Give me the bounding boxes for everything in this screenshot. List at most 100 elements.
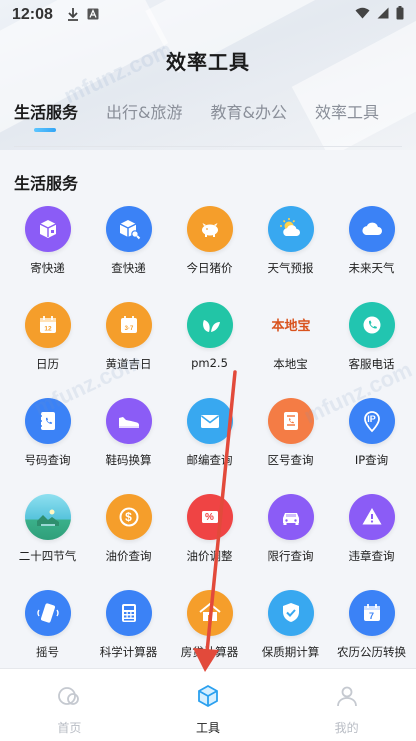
pig-icon — [186, 206, 233, 252]
home-circles-icon — [56, 683, 82, 713]
seven-glyph: 7 — [368, 610, 374, 621]
tool-label: 区号查询 — [267, 453, 314, 467]
tool-label: 未来天气 — [348, 261, 395, 275]
package-search-icon — [105, 206, 152, 252]
tool-label: 寄快递 — [30, 261, 65, 275]
nav-label: 首页 — [57, 721, 82, 735]
leaf-icon — [186, 302, 233, 348]
tab-efficiency-tools[interactable]: 效率工具 — [315, 100, 379, 136]
package-icon — [24, 206, 71, 252]
tool-item-postcode[interactable]: 邮编查询 — [169, 398, 250, 470]
tool-label: 科学计算器 — [99, 645, 158, 659]
tool-item-lottery[interactable]: 摇号 — [7, 590, 88, 662]
tool-label: 农历公历转换 — [337, 645, 406, 659]
tool-label: 鞋码换算 — [105, 453, 152, 467]
svg-text:3·7: 3·7 — [124, 326, 133, 332]
svg-text:12: 12 — [44, 326, 52, 333]
tool-item-pig-price[interactable]: 今日猪价 — [169, 206, 250, 278]
nav-home[interactable]: 首页 — [0, 669, 139, 741]
calendar-day-icon: 3·7 — [105, 302, 152, 348]
tab-label: 出行&旅游 — [106, 103, 183, 122]
ip-glyph: IP — [367, 414, 376, 424]
tool-label: 油价调整 — [186, 549, 233, 563]
phone-icon — [348, 302, 395, 348]
bottom-navigation: 首页 工具 我的 — [0, 668, 416, 741]
tool-label: 油价查询 — [105, 549, 152, 563]
page-title: 效率工具 — [166, 50, 250, 74]
tool-item-track-express[interactable]: 查快递 — [88, 206, 169, 278]
tool-label: 违章查询 — [348, 549, 395, 563]
percent-glyph: % — [205, 511, 214, 523]
tab-label: 效率工具 — [314, 103, 379, 122]
calendar-seven-icon: 7 — [348, 590, 395, 636]
category-tabs: 生活服务 出行&旅游 教育&办公 效率工具 — [0, 100, 416, 140]
section-title: 生活服务 — [14, 174, 79, 193]
tool-label: 限行查询 — [267, 549, 314, 563]
cube-icon — [195, 683, 221, 713]
warning-icon — [348, 494, 395, 540]
tool-label: 邮编查询 — [186, 453, 233, 467]
svg-text:本地宝: 本地宝 — [271, 318, 310, 334]
keyboard-a-icon — [87, 8, 99, 23]
cloud-icon — [348, 206, 395, 252]
tool-item-traffic-restriction[interactable]: 限行查询 — [250, 494, 331, 566]
tool-label: 摇号 — [36, 645, 59, 659]
calendar-icon: 12 — [24, 302, 71, 348]
tab-education-office[interactable]: 教育&办公 — [211, 100, 287, 136]
tool-label: 天气预报 — [267, 261, 314, 275]
download-icon — [67, 7, 79, 24]
tool-item-calendar[interactable]: 12 日历 — [7, 302, 88, 374]
active-tab-indicator — [34, 128, 56, 132]
nav-label: 我的 — [334, 721, 359, 735]
signal-icon — [377, 6, 389, 24]
house-icon — [186, 590, 233, 636]
car-icon — [267, 494, 314, 540]
phone-shake-icon — [24, 590, 71, 636]
landscape-icon — [24, 494, 71, 540]
bendibao-logo-icon: 本地宝 — [266, 302, 316, 348]
tool-item-oil-adjust[interactable]: % 油价调整 — [169, 494, 250, 566]
tool-item-send-express[interactable]: 寄快递 — [7, 206, 88, 278]
nav-tools[interactable]: 工具 — [139, 669, 278, 741]
tool-item-oil-price[interactable]: $ 油价查询 — [88, 494, 169, 566]
tab-travel[interactable]: 出行&旅游 — [106, 100, 182, 136]
status-time: 12:08 — [12, 6, 53, 23]
tool-item-mortgage[interactable]: 房贷计算器 — [169, 590, 250, 662]
shoe-icon — [105, 398, 152, 444]
tool-item-bendibao[interactable]: 本地宝 本地宝 — [250, 302, 331, 374]
tool-label: IP查询 — [354, 453, 389, 467]
tool-label: 保质期计算 — [261, 645, 320, 659]
wifi-icon — [355, 6, 370, 24]
percent-tag-icon: % — [186, 494, 233, 540]
battery-icon — [396, 5, 404, 25]
tool-label: 日历 — [36, 357, 59, 371]
tool-item-shoe-size[interactable]: 鞋码换算 — [88, 398, 169, 470]
dollar-icon: $ — [105, 494, 152, 540]
dollar-glyph: $ — [125, 510, 132, 524]
tool-label: pm2.5 — [191, 356, 228, 370]
nav-label: 工具 — [196, 721, 221, 735]
person-icon — [334, 683, 360, 713]
envelope-icon — [186, 398, 233, 444]
tool-item-solar-terms[interactable]: 二十四节气 — [7, 494, 88, 566]
calculator-icon — [105, 590, 152, 636]
tool-label: 查快递 — [111, 261, 146, 275]
nav-mine[interactable]: 我的 — [277, 669, 416, 741]
tool-item-violation[interactable]: 违章查询 — [331, 494, 412, 566]
tool-grid: 寄快递 查快递 今日猪价 天气预报 未来天气 12 日历 3·7 黄道吉日 pm… — [0, 206, 416, 662]
status-bar: 12:08 — [0, 0, 416, 30]
tool-item-future-weather[interactable]: 未来天气 — [331, 206, 412, 278]
tool-item-calculator[interactable]: 科学计算器 — [88, 590, 169, 662]
tool-label: 今日猪价 — [186, 261, 233, 275]
tab-label: 教育&办公 — [210, 103, 287, 122]
tabs-divider — [14, 146, 402, 147]
tool-item-shelf-life[interactable]: 保质期计算 — [250, 590, 331, 662]
tool-item-pm25[interactable]: pm2.5 — [169, 302, 250, 374]
tool-label: 本地宝 — [273, 357, 308, 371]
tool-item-weather-forecast[interactable]: 天气预报 — [250, 206, 331, 278]
sun-cloud-icon — [267, 206, 314, 252]
tool-item-lunar-solar[interactable]: 7 农历公历转换 — [331, 590, 412, 662]
shield-check-icon — [267, 590, 314, 636]
tool-label: 号码查询 — [24, 453, 71, 467]
tool-label: 房贷计算器 — [180, 645, 239, 659]
